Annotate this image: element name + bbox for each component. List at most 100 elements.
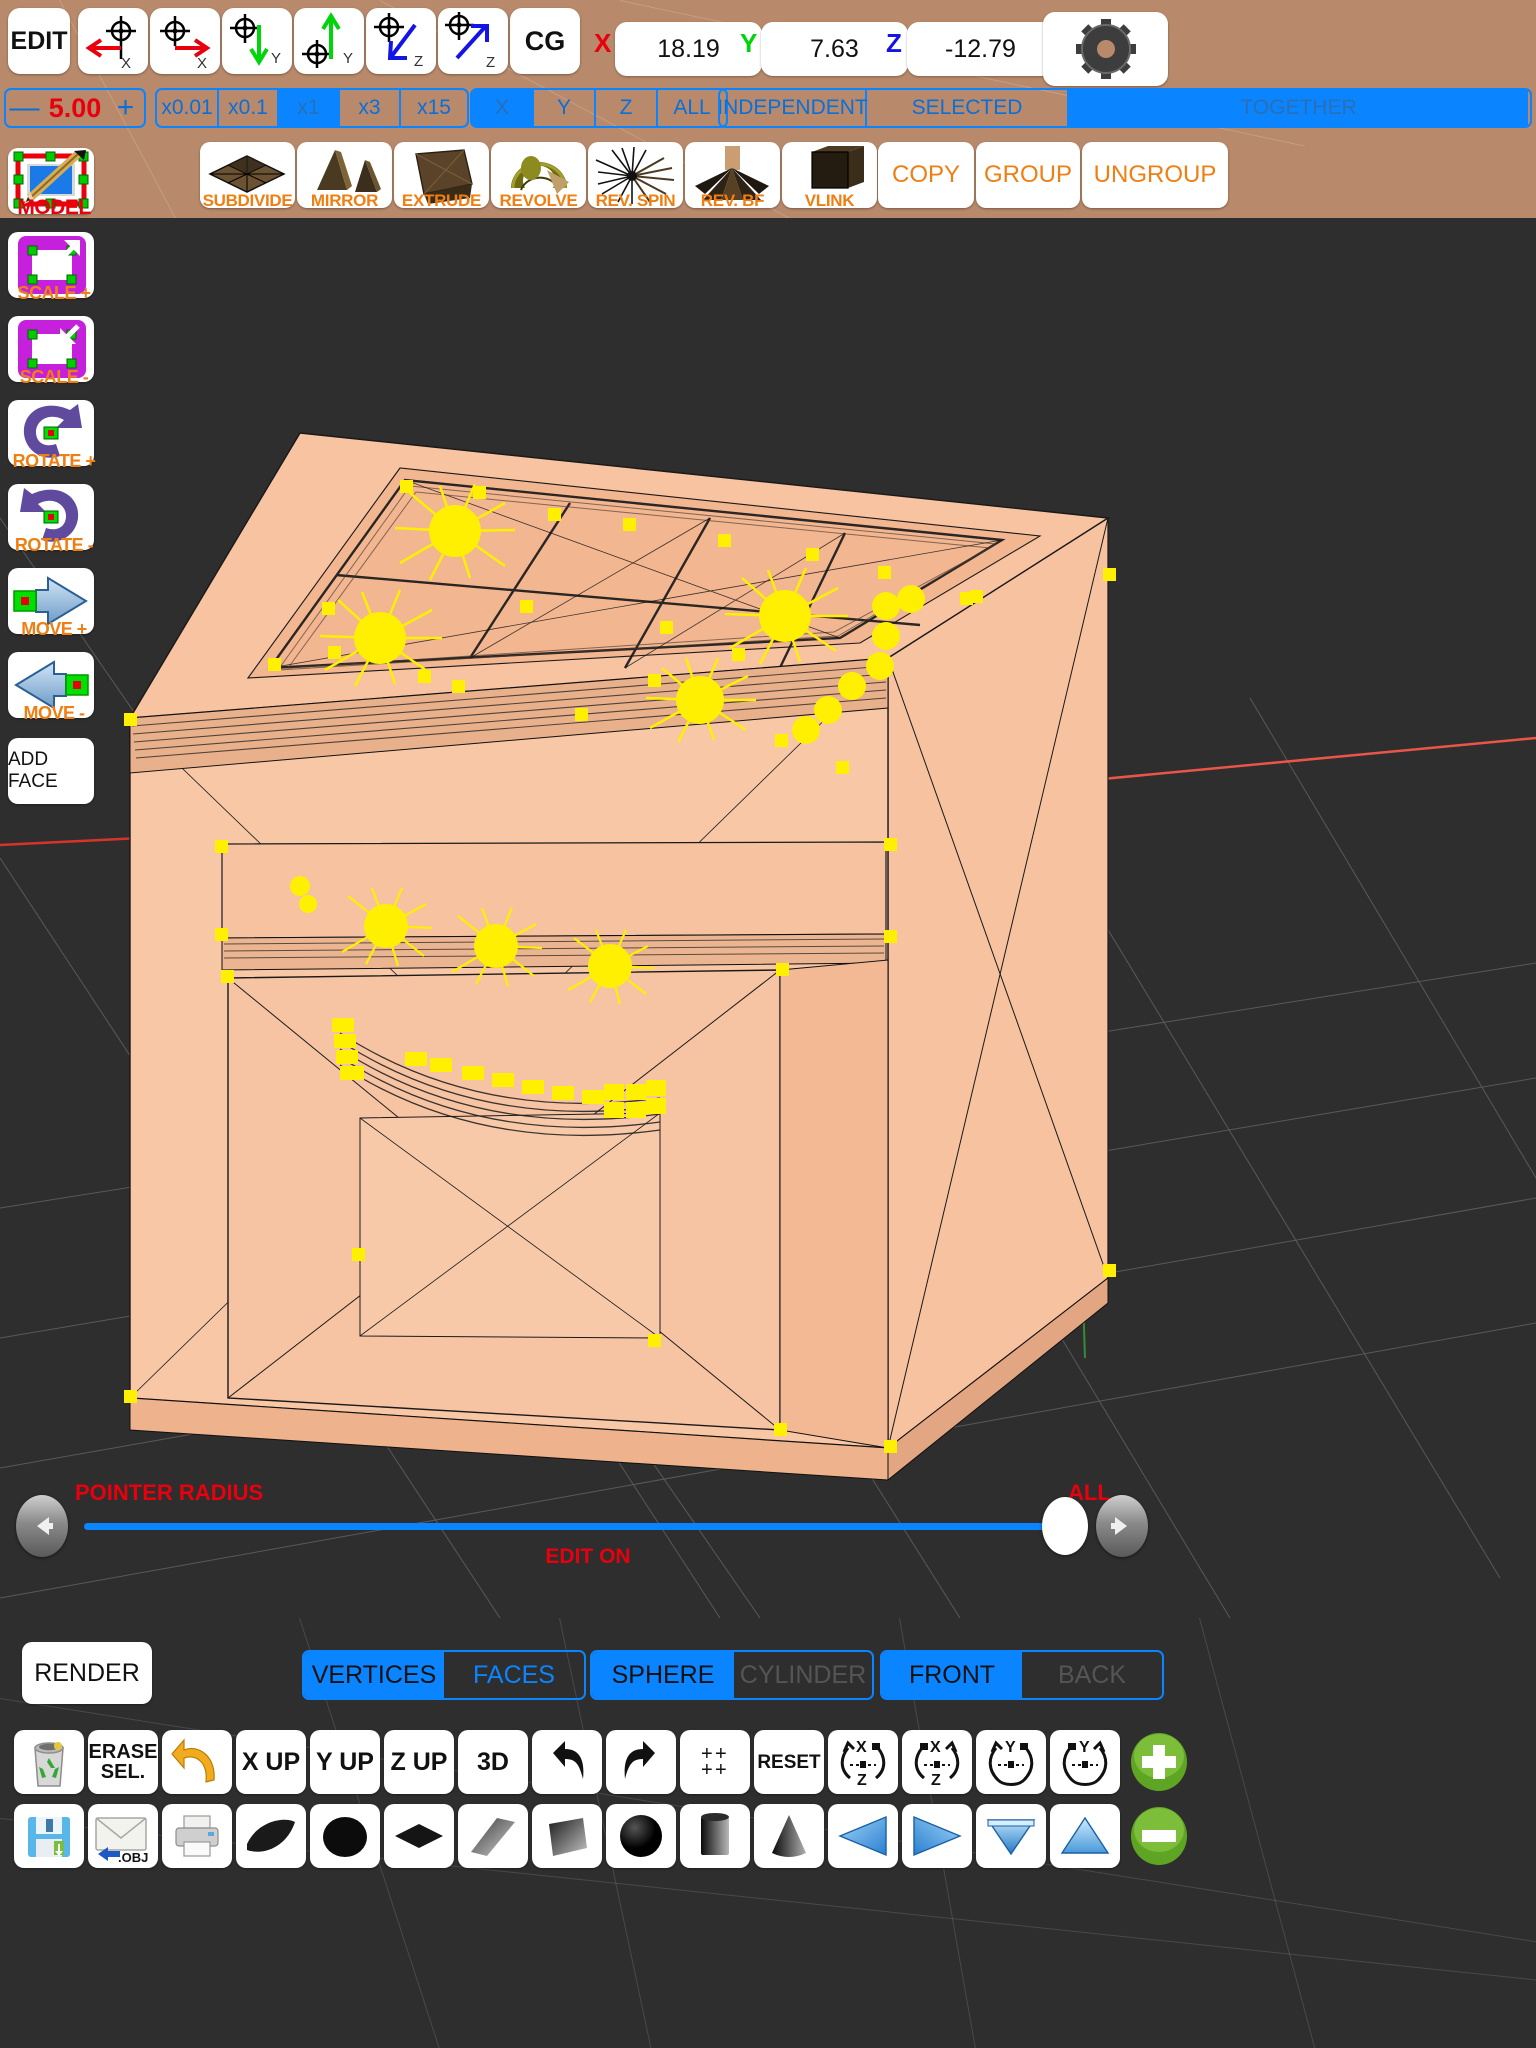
edit-button[interactable]: EDIT [8, 8, 70, 74]
tab-back[interactable]: BACK [1022, 1652, 1162, 1698]
z-up-button[interactable]: Z UP [384, 1730, 454, 1794]
delete-button[interactable] [14, 1730, 84, 1794]
cg-button[interactable]: CG [510, 8, 580, 74]
ribbon-primitive-button[interactable] [458, 1804, 528, 1868]
step-increment-button[interactable]: + [107, 90, 144, 126]
rotate-y-cw-button[interactable]: Y [1050, 1730, 1120, 1794]
center-button[interactable]: + + + + [680, 1730, 750, 1794]
svg-text:Y: Y [1005, 1739, 1016, 1756]
viewport-canvas[interactable] [0, 218, 1536, 1618]
redo-button[interactable] [606, 1730, 676, 1794]
triangle-right-button[interactable] [902, 1804, 972, 1868]
undo-gold-button[interactable] [162, 1730, 232, 1794]
move-x-pos-button[interactable]: X [150, 8, 220, 74]
move-x-neg-button[interactable]: X [78, 8, 148, 74]
multiplier-x001[interactable]: x0.01 [157, 90, 219, 126]
rev-spin-tool-button[interactable]: REV. SPIN [588, 142, 683, 208]
axis-z[interactable]: Z [596, 90, 658, 126]
multiplier-x3[interactable]: x3 [340, 90, 401, 126]
move-y-pos-button[interactable]: Y [294, 8, 364, 74]
diamond-primitive-button[interactable] [384, 1804, 454, 1868]
mode-selected[interactable]: SELECTED [867, 90, 1069, 126]
z-up-label: Z UP [390, 1747, 448, 1776]
cone-primitive-button[interactable] [754, 1804, 824, 1868]
zoom-in-button[interactable] [1124, 1730, 1194, 1794]
mode-together[interactable]: TOGETHER [1069, 90, 1528, 126]
tab-vertices[interactable]: VERTICES [304, 1652, 444, 1698]
mirror-tool-button[interactable]: MIRROR [297, 142, 392, 208]
selection-mode-segment[interactable]: VERTICES FACES [302, 1650, 586, 1700]
funnel-down-button[interactable] [976, 1804, 1046, 1868]
axis-all[interactable]: ALL [658, 90, 726, 126]
shape-mode-segment[interactable]: SPHERE CYLINDER [590, 1650, 874, 1700]
undo-icon [553, 1741, 584, 1779]
sidebar-item-rotate-plus[interactable]: ROTATE + [8, 400, 96, 471]
cube-primitive-button[interactable] [532, 1804, 602, 1868]
axis-y[interactable]: Y [534, 90, 596, 126]
x-up-button[interactable]: X UP [236, 1730, 306, 1794]
rev-bf-tool-button[interactable]: REV. BF [685, 142, 780, 208]
sidebar-item-move-plus[interactable]: MOVE + [8, 568, 94, 639]
copy-button[interactable]: COPY [878, 142, 974, 208]
export-obj-button[interactable]: .OBJ [88, 1804, 158, 1868]
tab-cylinder[interactable]: CYLINDER [734, 1652, 872, 1698]
reset-button[interactable]: RESET [754, 1730, 824, 1794]
axis-segment[interactable]: X Y Z ALL [470, 88, 728, 128]
ungroup-button[interactable]: UNGROUP [1082, 142, 1228, 208]
subdivide-tool-button[interactable]: SUBDIVIDE [200, 142, 295, 208]
triangle-up-button[interactable] [1050, 1804, 1120, 1868]
multiplier-x1[interactable]: x1 [279, 90, 340, 126]
svg-text:+: + [701, 1759, 713, 1781]
render-button[interactable]: RENDER [22, 1642, 152, 1704]
sidebar-item-rotate-minus[interactable]: ROTATE - [8, 484, 94, 555]
erase-selection-button[interactable]: ERASE SEL. [88, 1730, 158, 1794]
diamond-shape-icon [395, 1824, 443, 1848]
coord-z-field[interactable]: -12.79 [907, 22, 1054, 76]
cylinder-primitive-button[interactable] [680, 1804, 750, 1868]
tab-sphere[interactable]: SPHERE [592, 1652, 734, 1698]
add-face-button[interactable]: ADD FACE [8, 738, 94, 804]
step-decrement-button[interactable]: — [6, 90, 43, 126]
mode-independent[interactable]: INDEPENDENT [720, 90, 868, 126]
ball-primitive-button[interactable] [606, 1804, 676, 1868]
face-mode-segment[interactable]: FRONT BACK [880, 1650, 1164, 1700]
group-button[interactable]: GROUP [976, 142, 1080, 208]
move-z-neg-button[interactable]: Z [366, 8, 436, 74]
triangle-left-button[interactable] [828, 1804, 898, 1868]
save-button[interactable] [14, 1804, 84, 1868]
3d-view-button[interactable]: 3D [458, 1730, 528, 1794]
rotate-xz-ccw-button[interactable]: X Z [828, 1730, 898, 1794]
slider-track[interactable] [84, 1523, 1059, 1530]
mode-segment[interactable]: INDEPENDENT SELECTED TOGETHER [718, 88, 1532, 128]
multiplier-x01[interactable]: x0.1 [219, 90, 279, 126]
tab-front[interactable]: FRONT [882, 1652, 1022, 1698]
coord-x-value: 18.19 [657, 34, 720, 63]
floppy-save-icon [28, 1817, 70, 1857]
undo-button[interactable] [532, 1730, 602, 1794]
sidebar-item-model[interactable]: MODEL [8, 148, 94, 219]
sphere-primitive-button[interactable] [310, 1804, 380, 1868]
settings-button[interactable] [1043, 12, 1168, 86]
sidebar-item-scale-plus[interactable]: SCALE + [8, 232, 94, 303]
revolve-tool-button[interactable]: REVOLVE [491, 142, 586, 208]
axis-x[interactable]: X [472, 90, 534, 126]
y-up-button[interactable]: Y UP [310, 1730, 380, 1794]
cg-button-label: CG [524, 25, 566, 56]
extrude-tool-label: EXTRUDE [401, 191, 482, 208]
tab-faces[interactable]: FACES [444, 1652, 584, 1698]
zoom-out-button[interactable] [1124, 1804, 1194, 1868]
sidebar-item-move-minus[interactable]: MOVE - [8, 652, 94, 723]
plane-primitive-button[interactable] [236, 1804, 306, 1868]
vlink-tool-button[interactable]: VLINK [782, 142, 877, 208]
print-button[interactable] [162, 1804, 232, 1868]
extrude-tool-button[interactable]: EXTRUDE [394, 142, 489, 208]
move-y-neg-button[interactable]: Y [222, 8, 292, 74]
multiplier-x15[interactable]: x15 [401, 90, 467, 126]
rotate-y-ccw-button[interactable]: Y [976, 1730, 1046, 1794]
move-z-pos-button[interactable]: Z [438, 8, 508, 74]
3d-viewport[interactable] [0, 218, 1536, 1618]
step-stepper[interactable]: — 5.00 + [4, 88, 146, 128]
multiplier-segment[interactable]: x0.01 x0.1 x1 x3 x15 [155, 88, 469, 128]
sidebar-item-scale-minus[interactable]: SCALE - [8, 316, 94, 387]
rotate-xz-cw-button[interactable]: X Z [902, 1730, 972, 1794]
